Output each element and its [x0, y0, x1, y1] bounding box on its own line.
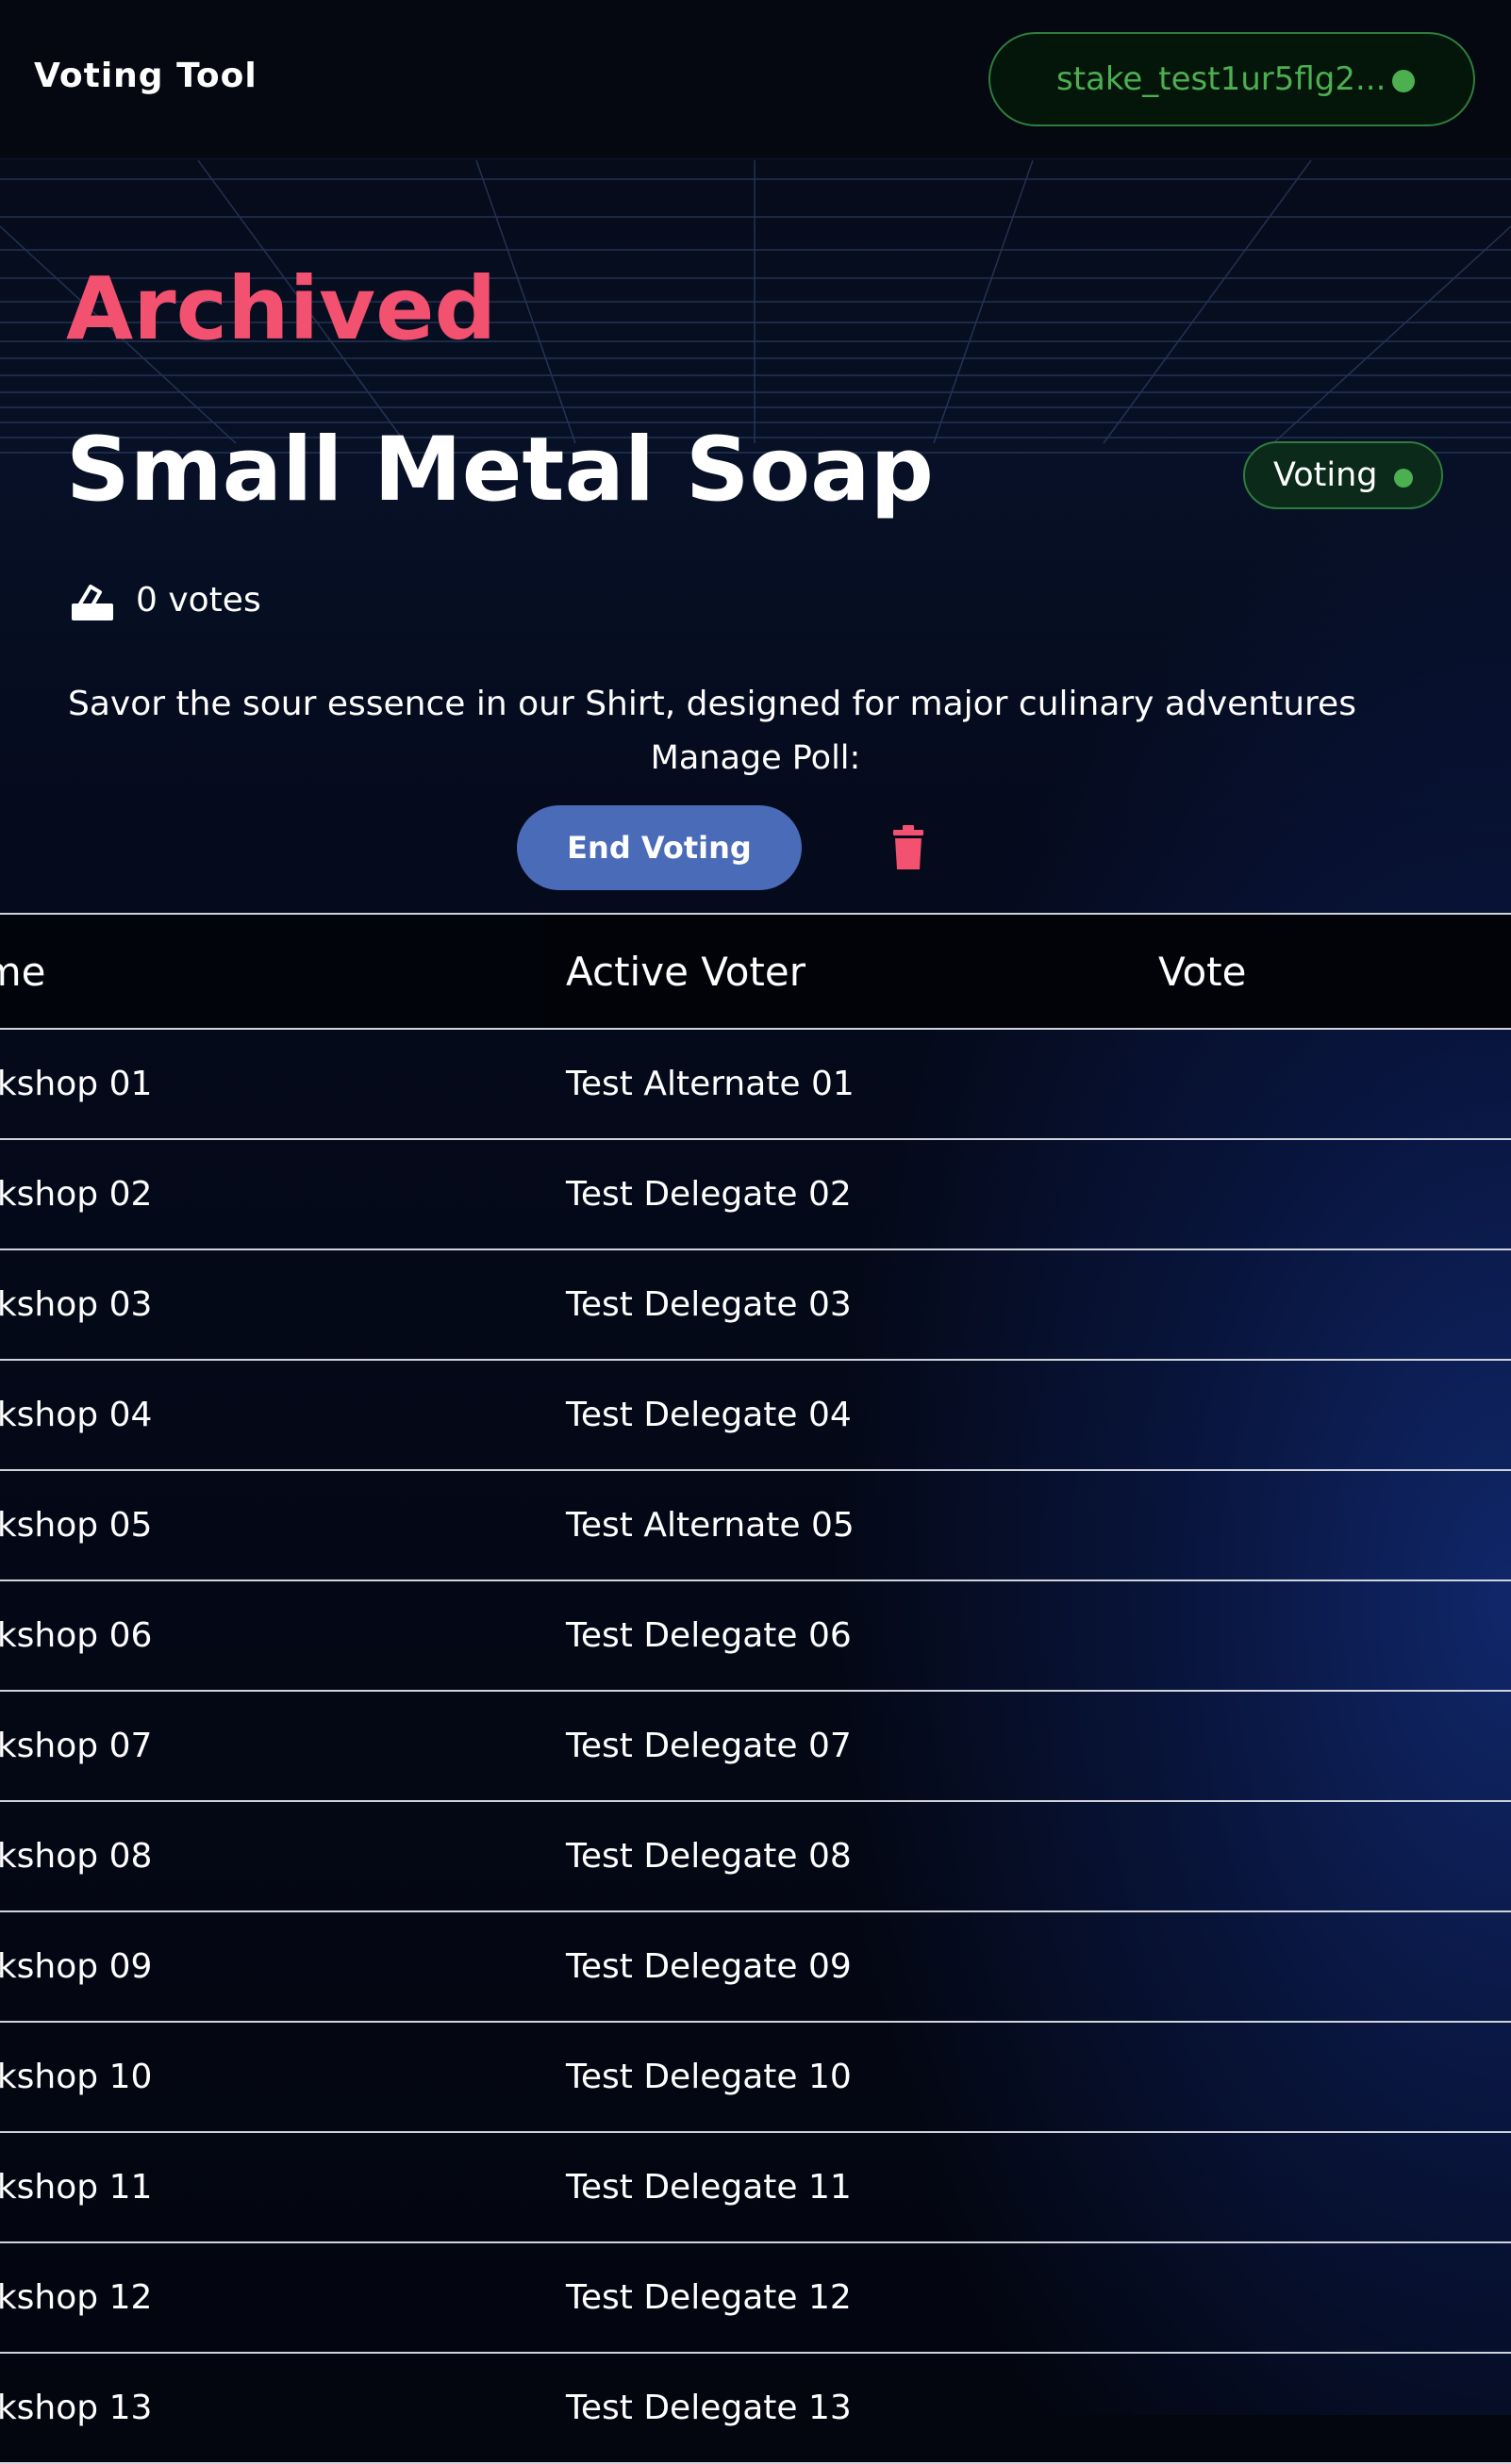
cell-active-voter: Test Delegate 06 [566, 1616, 852, 1655]
column-header-vote[interactable]: Vote [1158, 915, 1441, 1028]
cell-active-voter: Test Delegate 02 [566, 1175, 852, 1214]
ballot-box-icon [72, 585, 113, 620]
votes-row: 0 votes [70, 577, 261, 622]
cell-active-voter: Test Delegate 11 [566, 2168, 852, 2207]
manage-poll-label: Manage Poll: [650, 739, 861, 777]
trash-icon[interactable] [885, 824, 932, 871]
table-row: orkshop 03 Test Delegate 03 [0, 1250, 1511, 1361]
top-bar: Voting Tool stake_test1ur5flg2... [0, 0, 1511, 159]
table-row: orkshop 04 Test Delegate 04 [0, 1361, 1511, 1471]
column-header-name[interactable]: ame [0, 915, 543, 1028]
table-row: orkshop 05 Test Alternate 05 [0, 1471, 1511, 1581]
cell-name: orkshop 06 [0, 1616, 153, 1655]
table-row: orkshop 08 Test Delegate 08 [0, 1802, 1511, 1912]
cell-active-voter: Test Delegate 04 [566, 1396, 852, 1434]
table-row: orkshop 09 Test Delegate 09 [0, 1912, 1511, 2023]
cell-name: orkshop 04 [0, 1396, 153, 1434]
table-row: orkshop 11 Test Delegate 11 [0, 2133, 1511, 2243]
cell-name: orkshop 07 [0, 1727, 153, 1765]
cell-name: orkshop 12 [0, 2278, 153, 2317]
archived-label: Archived [66, 258, 497, 359]
cell-active-voter: Test Delegate 13 [566, 2389, 852, 2427]
status-badge-label: Voting [1273, 456, 1378, 494]
cell-name: orkshop 09 [0, 1947, 153, 1986]
cell-active-voter: Test Delegate 09 [566, 1947, 852, 1986]
cell-name: orkshop 02 [0, 1175, 153, 1214]
table-header: ame Active Voter Vote [0, 913, 1511, 1030]
cell-active-voter: Test Delegate 08 [566, 1837, 852, 1876]
app-title: Voting Tool [34, 57, 257, 95]
wallet-address: stake_test1ur5flg2... [1056, 60, 1386, 98]
cell-name: orkshop 13 [0, 2389, 153, 2427]
cell-name: orkshop 11 [0, 2168, 153, 2207]
poll-description: Savor the sour essence in our Shirt, des… [68, 685, 1356, 723]
table-row: orkshop 06 Test Delegate 06 [0, 1581, 1511, 1692]
cell-name: orkshop 05 [0, 1506, 153, 1545]
cell-active-voter: Test Alternate 01 [566, 1065, 855, 1103]
cell-active-voter: Test Delegate 10 [566, 2058, 852, 2096]
votes-count: 0 votes [136, 580, 261, 620]
table-row: orkshop 02 Test Delegate 02 [0, 1140, 1511, 1250]
cell-active-voter: Test Delegate 07 [566, 1727, 852, 1765]
end-voting-button[interactable]: End Voting [517, 805, 802, 890]
table-row: orkshop 10 Test Delegate 10 [0, 2023, 1511, 2133]
column-header-active-voter[interactable]: Active Voter [566, 915, 1132, 1028]
wallet-status-dot [1392, 70, 1415, 92]
cell-active-voter: Test Delegate 12 [566, 2278, 852, 2317]
table-row: orkshop 07 Test Delegate 07 [0, 1692, 1511, 1802]
table-row: orkshop 13 Test Delegate 13 [0, 2354, 1511, 2464]
table-row: orkshop 01 Test Alternate 01 [0, 1030, 1511, 1140]
cell-active-voter: Test Alternate 05 [566, 1506, 855, 1545]
cell-active-voter: Test Delegate 03 [566, 1285, 852, 1324]
poll-title: Small Metal Soap [66, 419, 934, 521]
wallet-connect-button[interactable]: stake_test1ur5flg2... [988, 32, 1475, 126]
cell-name: orkshop 10 [0, 2058, 153, 2096]
voters-table: ame Active Voter Vote orkshop 01 Test Al… [0, 913, 1511, 2464]
cell-name: orkshop 08 [0, 1837, 153, 1876]
table-row: orkshop 12 Test Delegate 12 [0, 2243, 1511, 2354]
cell-name: orkshop 03 [0, 1285, 153, 1324]
status-dot [1394, 469, 1413, 488]
status-badge: Voting [1243, 441, 1443, 509]
cell-name: orkshop 01 [0, 1065, 153, 1103]
